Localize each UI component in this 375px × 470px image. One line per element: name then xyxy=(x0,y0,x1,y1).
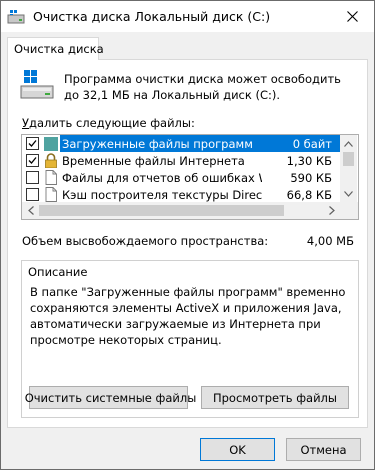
description-title: Описание xyxy=(28,265,88,279)
view-files-button[interactable]: Просмотреть файлы xyxy=(201,386,349,409)
list-item[interactable]: Временные файлы Интернета 1,30 КБ xyxy=(22,152,340,169)
scroll-down-button[interactable] xyxy=(340,185,357,202)
list-item[interactable]: Кэш построителя текстуры DirectX 66,8 КБ xyxy=(22,186,340,203)
list-item-content: Временные файлы Интернета 1,30 КБ xyxy=(60,152,340,169)
files-label-accesskey: У xyxy=(22,116,30,130)
files-label-rest: далить следующие файлы: xyxy=(29,116,195,130)
list-item[interactable]: Файлы для отчетов об ошибках Win... 590 … xyxy=(22,169,340,186)
list-item-content: Файлы для отчетов об ошибках Win... 590 … xyxy=(60,169,340,186)
intro-text: Программа очистки диска может освободить… xyxy=(64,72,341,102)
scroll-right-button[interactable] xyxy=(323,202,340,219)
files-list[interactable]: Загруженные файлы программ 0 байт Времен… xyxy=(21,134,359,220)
checkbox[interactable] xyxy=(26,171,39,184)
chevron-down-icon xyxy=(344,190,353,197)
scrollbar-corner xyxy=(340,202,358,219)
list-item-content: Кэш построителя текстуры DirectX 66,8 КБ xyxy=(60,186,340,203)
disk-cleanup-icon xyxy=(7,10,25,24)
file-name: Временные файлы Интернета xyxy=(62,154,245,168)
file-icon xyxy=(45,170,57,185)
files-label: Удалить следующие файлы: xyxy=(22,116,195,130)
file-name: Файлы для отчетов об ошибках Win... xyxy=(62,171,262,185)
cancel-button[interactable]: Отмена xyxy=(286,438,361,461)
file-icon xyxy=(45,187,57,202)
clean-system-files-button[interactable]: Очистить системные файлы xyxy=(25,386,196,409)
close-button[interactable] xyxy=(338,4,366,28)
horizontal-scrollbar[interactable] xyxy=(22,202,340,219)
tab-label: Очистка диска xyxy=(14,42,104,56)
lock-icon xyxy=(45,153,57,168)
tab-disk-cleanup[interactable]: Очистка диска xyxy=(7,37,104,60)
view-files-label: Просмотреть файлы xyxy=(212,390,337,405)
file-size: 0 байт xyxy=(292,137,332,151)
teal-folder-icon xyxy=(44,137,58,151)
clean-system-files-label: Очистить системные файлы xyxy=(24,390,197,405)
tab-panel: Программа очистки диска может освободить… xyxy=(7,59,368,428)
scroll-up-button[interactable] xyxy=(340,135,357,152)
chevron-right-icon xyxy=(328,206,335,215)
horizontal-scroll-thumb[interactable] xyxy=(39,205,284,216)
checkbox[interactable] xyxy=(26,188,39,201)
disk-cleanup-window: Очистка диска Локальный диск (C:) Очистк… xyxy=(0,0,375,470)
checkbox[interactable] xyxy=(26,154,39,167)
chevron-left-icon xyxy=(27,206,34,215)
checkmark-icon xyxy=(28,157,37,164)
chevron-up-icon xyxy=(344,140,353,147)
file-size: 590 КБ xyxy=(290,171,332,185)
file-name: Загруженные файлы программ xyxy=(62,137,253,151)
ok-label: OK xyxy=(229,442,246,457)
cancel-label: Отмена xyxy=(300,442,347,457)
vertical-scrollbar[interactable] xyxy=(340,135,357,202)
window-title: Очистка диска Локальный диск (C:) xyxy=(33,9,271,24)
close-icon xyxy=(346,10,358,22)
description-group: Описание В папке "Загруженные файлы прог… xyxy=(21,260,359,418)
drive-icon xyxy=(20,70,54,99)
ok-button[interactable]: OK xyxy=(200,438,275,461)
list-item-highlight: Загруженные файлы программ 0 байт xyxy=(60,135,340,152)
space-value: 4,00 МБ xyxy=(306,234,354,248)
file-size: 1,30 КБ xyxy=(286,154,332,168)
file-name: Кэш построителя текстуры DirectX xyxy=(62,188,262,202)
checkbox[interactable] xyxy=(26,137,39,150)
title-bar[interactable]: Очистка диска Локальный диск (C:) xyxy=(1,1,374,32)
list-item[interactable]: Загруженные файлы программ 0 байт xyxy=(22,135,340,152)
file-size: 66,8 КБ xyxy=(286,188,332,202)
checkmark-icon xyxy=(28,140,37,147)
space-label: Объем высвобождаемого пространства: xyxy=(22,234,269,248)
description-text: В папке "Загруженные файлы программ" вре… xyxy=(30,285,346,347)
scroll-left-button[interactable] xyxy=(22,202,39,219)
vertical-scroll-thumb[interactable] xyxy=(343,152,354,166)
